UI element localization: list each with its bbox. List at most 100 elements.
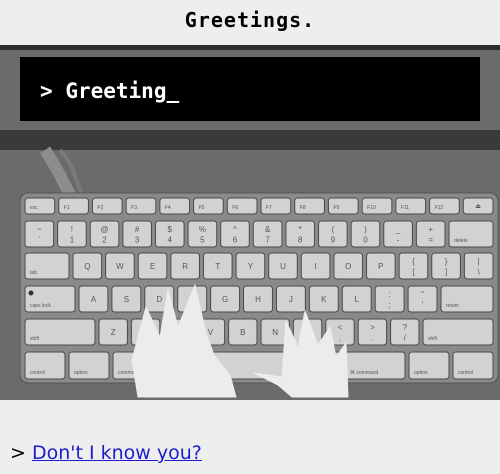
svg-text:8: 8 (298, 235, 303, 244)
letter-row-a-key: :; (374, 285, 405, 313)
fn-key: F5 (193, 197, 224, 215)
svg-text:F3: F3 (131, 205, 137, 211)
letter-row-q-key: T (202, 252, 233, 280)
letter-row-z-key: shift (24, 318, 96, 346)
svg-text:{: { (412, 257, 415, 266)
letter-row-z-key: ?/ (390, 318, 420, 346)
number-row-key: ^6 (220, 220, 250, 248)
letter-row-a-key: "' (407, 285, 438, 313)
fn-key: F9 (327, 197, 359, 215)
fn-key: F4 (159, 197, 191, 215)
letter-row-q-key: {[ (398, 252, 429, 280)
svg-text:R: R (182, 262, 188, 271)
svg-text:%: % (199, 225, 206, 234)
number-row-key: *8 (285, 220, 316, 248)
letter-row-a-key: H (243, 285, 273, 313)
bottom-row-key: control (24, 351, 66, 380)
svg-text:control: control (30, 370, 45, 376)
svg-text:-: - (397, 235, 400, 244)
svg-text:=: = (428, 235, 433, 244)
svg-text:1: 1 (70, 235, 75, 244)
svg-text:!: ! (71, 225, 73, 234)
bottom-row-key: option (68, 351, 110, 380)
number-row-key: (9 (318, 220, 348, 248)
svg-text:^: ^ (233, 225, 237, 234)
svg-text:Y: Y (248, 262, 254, 271)
svg-text:;: ; (389, 300, 391, 309)
svg-text:shift: shift (30, 336, 40, 342)
caps-lock-indicator (28, 290, 34, 296)
terminal-prompt: > (40, 79, 53, 103)
letter-row-q-key: E (137, 252, 168, 280)
fn-key: F10 (361, 197, 393, 215)
svg-text:F9: F9 (333, 205, 339, 211)
svg-text:B: B (240, 328, 245, 337)
terminal-box: > Greeting_ (20, 57, 480, 121)
svg-text:caps lock: caps lock (30, 303, 51, 309)
svg-text:shift: shift (428, 336, 438, 342)
letter-row-a-key: K (308, 285, 339, 313)
fn-key: F3 (125, 197, 157, 215)
svg-text:delete: delete (454, 238, 468, 244)
fn-key: F11 (395, 197, 427, 215)
bottom-row-key: control (452, 351, 494, 380)
letter-row-q-key: tab (24, 252, 70, 280)
svg-text:_: _ (395, 225, 401, 234)
number-row-key: @2 (89, 220, 120, 248)
svg-text:3: 3 (135, 235, 140, 244)
letter-row-q-key: U (268, 252, 298, 280)
svg-text:L: L (355, 295, 360, 304)
svg-text:control: control (458, 370, 473, 376)
fn-key: F1 (58, 197, 89, 215)
svg-text:,: , (339, 333, 341, 342)
svg-text:O: O (345, 262, 351, 271)
letter-row-z-key: >. (357, 318, 388, 346)
fn-key: F6 (226, 197, 258, 215)
svg-text:return: return (446, 303, 459, 309)
svg-text:9: 9 (331, 235, 336, 244)
bottom-row-key: option (408, 351, 450, 380)
dont-i-know-you-link[interactable]: Don't I know you? (32, 442, 202, 464)
svg-text:F2: F2 (97, 205, 103, 211)
svg-text:F8: F8 (300, 205, 306, 211)
svg-text:+: + (428, 225, 433, 234)
svg-text:6: 6 (233, 235, 238, 244)
svg-text:): ) (364, 225, 367, 234)
number-row-key: ~` (24, 220, 55, 248)
letter-row-z-key: B (228, 318, 258, 346)
svg-text:A: A (91, 295, 97, 304)
letter-row-a-key: L (341, 285, 372, 313)
svg-text:F12: F12 (435, 205, 444, 211)
svg-text:.: . (371, 333, 373, 342)
svg-text:D: D (156, 295, 162, 304)
svg-text:H: H (255, 295, 261, 304)
number-row-key: $4 (154, 220, 185, 248)
svg-text:S: S (124, 295, 129, 304)
svg-text:]: ] (445, 267, 447, 276)
letter-row-a-key: G (210, 285, 241, 313)
svg-text:F7: F7 (266, 205, 272, 211)
svg-text:esc: esc (30, 205, 38, 211)
svg-text:T: T (215, 262, 220, 271)
svg-text:F11: F11 (401, 205, 409, 211)
svg-text:K: K (321, 295, 327, 304)
svg-text:~: ~ (37, 225, 42, 234)
number-row-key: _- (383, 220, 413, 248)
bottom-row-key: ⌘ command (344, 351, 406, 380)
letter-row-z-key: shift (422, 318, 494, 346)
svg-text:$: $ (168, 225, 173, 234)
svg-text:F1: F1 (64, 205, 70, 211)
svg-text:": " (421, 290, 424, 299)
svg-text:4: 4 (168, 235, 173, 244)
svg-text:(: ( (332, 225, 335, 234)
fn-key: F8 (294, 197, 325, 215)
svg-text:⌘ command: ⌘ command (350, 370, 379, 376)
svg-text::: : (389, 290, 391, 299)
number-row-key: delete (448, 220, 494, 248)
svg-text:J: J (289, 295, 293, 304)
fn-key: esc (24, 197, 56, 215)
svg-text:`: ` (38, 235, 41, 244)
svg-text:⏏: ⏏ (475, 204, 481, 210)
svg-text:option: option (414, 370, 428, 376)
link-prompt: > (10, 442, 26, 464)
